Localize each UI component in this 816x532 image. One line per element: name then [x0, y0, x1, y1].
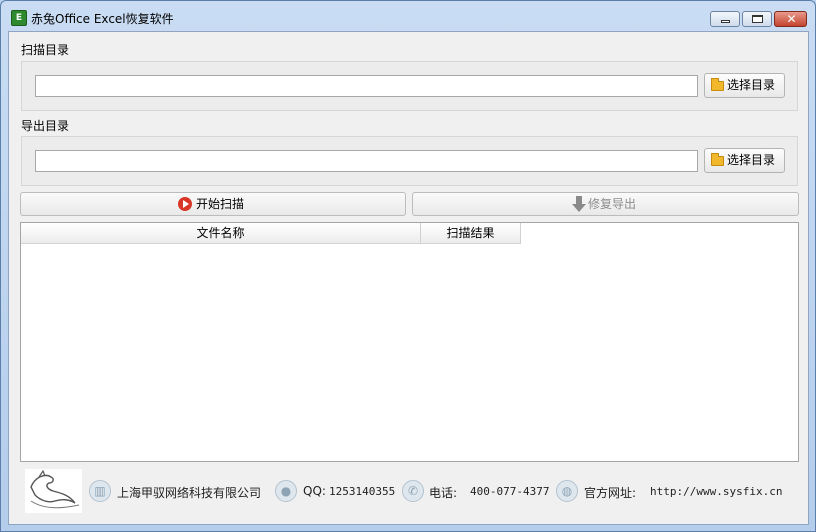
export-dir-label: 导出目录: [21, 119, 70, 133]
building-icon: ▥: [89, 480, 111, 502]
column-header-scan-result[interactable]: 扫描结果: [421, 223, 521, 244]
website-label: 官方网址:: [584, 486, 637, 500]
folder-icon: [711, 78, 724, 91]
horse-logo: [25, 469, 82, 513]
export-dir-choose-button[interactable]: 选择目录: [704, 148, 785, 173]
table-header: 文件名称 扫描结果: [21, 223, 521, 244]
down-arrow-icon: [572, 196, 586, 212]
export-dir-group: 选择目录: [21, 136, 798, 186]
minimize-button[interactable]: [710, 11, 740, 27]
results-table[interactable]: 文件名称 扫描结果: [20, 222, 799, 462]
phone-number: 400-077-4377: [470, 485, 550, 498]
repair-export-button[interactable]: 修复导出: [412, 192, 799, 216]
scan-dir-choose-button[interactable]: 选择目录: [704, 73, 785, 98]
excel-app-icon: E: [11, 10, 27, 26]
export-dir-choose-label: 选择目录: [727, 153, 776, 167]
website-url[interactable]: http://www.sysfix.cn: [650, 485, 782, 498]
qq-penguin-icon: ●: [275, 480, 297, 502]
close-button[interactable]: ✕: [774, 11, 807, 27]
globe-icon: ◍: [556, 480, 578, 502]
maximize-icon: [752, 15, 763, 23]
company-name: 上海甲驭网络科技有限公司: [117, 486, 262, 500]
folder-icon: [711, 153, 724, 166]
main-panel: 扫描目录 选择目录 导出目录 选择目录 开始扫描 修复导出 文件名称 扫描结果 …: [8, 31, 809, 525]
start-scan-label: 开始扫描: [196, 197, 245, 211]
repair-export-label: 修复导出: [588, 197, 637, 211]
scan-dir-choose-label: 选择目录: [727, 78, 776, 92]
scan-dir-label: 扫描目录: [21, 43, 70, 57]
column-header-filename[interactable]: 文件名称: [21, 223, 421, 244]
maximize-button[interactable]: [742, 11, 772, 27]
app-window: E 赤兔Office Excel恢复软件 ✕ 扫描目录 选择目录 导出目录 选择…: [0, 0, 816, 532]
scan-dir-group: 选择目录: [21, 61, 798, 111]
start-scan-button[interactable]: 开始扫描: [20, 192, 406, 216]
phone-label: 电话:: [429, 486, 458, 500]
title-bar[interactable]: E 赤兔Office Excel恢复软件 ✕: [1, 1, 815, 31]
footer: ▥ 上海甲驭网络科技有限公司 ● QQ: 1253140355 ✆ 电话: 40…: [9, 466, 808, 524]
export-dir-input[interactable]: [35, 150, 698, 172]
phone-icon: ✆: [402, 480, 424, 502]
minimize-icon: [721, 20, 730, 23]
scan-dir-input[interactable]: [35, 75, 698, 97]
qq-label: QQ:: [303, 484, 326, 498]
window-title: 赤兔Office Excel恢复软件: [31, 12, 174, 26]
close-icon: ✕: [786, 12, 797, 26]
play-circle-icon: [178, 197, 192, 211]
qq-number: 1253140355: [329, 485, 396, 498]
